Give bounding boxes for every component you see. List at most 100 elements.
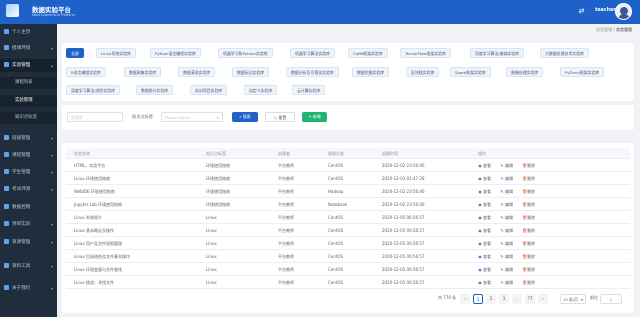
tag-item[interactable]: 机器学习算法实验库 [290,48,336,58]
view-button[interactable]: ◉查看 [478,185,491,198]
next-page-button[interactable]: › [538,294,548,304]
sidebar-item-about[interactable]: 关于我们 ▾ [0,282,57,295]
user-name[interactable]: teacher [595,8,616,13]
goto-page-input[interactable]: 1 [600,294,622,304]
tag-item[interactable]: 大数据处理技术实验库 [540,48,589,58]
delete-button[interactable]: 🗑删除 [522,276,535,289]
class-icon [4,134,9,140]
delete-button[interactable]: 🗑删除 [522,263,535,276]
avatar[interactable] [615,3,632,20]
edit-button[interactable]: ✎编辑 [500,224,513,237]
tag-item[interactable]: 数据采集实验库 [124,67,162,77]
delete-button[interactable]: 🗑删除 [522,224,535,237]
tag-item[interactable]: 深度学习算法/基础实验库 [470,48,525,58]
prev-page-button[interactable]: ‹ [460,294,470,304]
add-button[interactable]: + 新增 [302,112,327,122]
cell-name: Linux 用户及文件权限管理 [74,241,123,246]
tag-item[interactable]: 图像处理实验库 [506,67,544,77]
sidebar-item-resource-mgmt[interactable]: 资源管理 ▾ [0,236,57,249]
tag-item[interactable]: Linux系统实验库 [96,48,136,58]
edit-button[interactable]: ✎编辑 [500,263,513,276]
view-button[interactable]: ◉查看 [478,172,491,185]
page-size-select[interactable]: 10 条/页 ▾ [560,294,586,304]
tag-item[interactable]: R语言编程实验库 [66,67,106,77]
sidebar-item-student-mgmt[interactable]: 学生管理 ▾ [0,166,57,179]
edit-button[interactable]: ✎编辑 [500,276,513,289]
edit-button[interactable]: ✎编辑 [500,250,513,263]
delete-button[interactable]: 🗑删除 [522,185,535,198]
delete-button[interactable]: 🗑删除 [522,250,535,263]
sidebar-item-class-mgmt[interactable]: 班级管理 ▾ [0,132,57,145]
tag-item[interactable]: 深度学习算法/进阶实验库 [66,85,121,95]
tag-item[interactable]: 机器学习和Python实验库 [218,48,273,58]
delete-button[interactable]: 🗑删除 [522,198,535,211]
tag-item[interactable]: 数据清洗实验库 [178,67,216,77]
tag-item[interactable]: TensorFlow框架实验库 [400,48,451,58]
sidebar-item-experiment-mgmt[interactable]: 实验管理 ▴ [0,59,57,72]
view-button[interactable]: ◉查看 [478,198,491,211]
view-button[interactable]: ◉查看 [478,211,491,224]
tag-item[interactable]: 区块链实验库 [406,67,440,77]
tag-all[interactable]: 全部 [66,48,84,58]
sidebar-item-data-control[interactable]: 数据控制 [0,201,57,214]
page-button[interactable]: 3 [499,294,509,304]
search-button[interactable]: ⌕ 搜索 [232,112,258,122]
tag-item[interactable]: Caffe框架实验库 [348,48,388,58]
sidebar-item-home[interactable]: 个人主页 [0,26,57,39]
page-button[interactable]: 1 [473,294,483,304]
edit-button[interactable]: ✎编辑 [500,198,513,211]
breadcrumb-item[interactable]: 实验管理 [596,27,612,32]
reset-button[interactable]: ○ 重置 [265,112,295,122]
sidebar-item-label: 班级管理 [12,136,31,141]
tag-item[interactable]: 数据分析及可视化实验库 [286,67,339,77]
cell-name: Linux 环境使用指南 [74,176,111,181]
view-button[interactable]: ◉查看 [478,263,491,276]
tag-item[interactable]: 数据标注实验库 [232,67,270,77]
experiment-name-input[interactable]: 实验名 [67,112,123,122]
page-button[interactable]: 77 [525,294,535,304]
fullscreen-icon[interactable] [586,7,595,16]
edit-button[interactable]: ✎编辑 [500,159,513,172]
table-row: Linux 基本概念及操作 Linux 平台教师 CentOS 2020-12-05 0… [66,224,630,237]
delete-button[interactable]: 🗑删除 [522,172,535,185]
tag-item[interactable]: 实训项目实验库 [190,85,228,95]
tag-item[interactable]: 云计算实验库 [292,85,326,95]
edit-button[interactable]: ✎编辑 [500,185,513,198]
sidebar-item-course-mgmt[interactable]: 课程管理 ▾ [0,149,57,162]
delete-button[interactable]: 🗑删除 [522,237,535,250]
view-button[interactable]: ◉查看 [478,276,491,289]
view-button[interactable]: ◉查看 [478,224,491,237]
view-button[interactable]: ◉查看 [478,250,491,263]
tag-item[interactable]: 自定义实验库 [244,85,278,95]
tag-item[interactable]: 数据统计实验库 [136,85,174,95]
sidebar-sub-experiment-mgmt[interactable]: 实验管理 [0,95,57,107]
sidebar-item-project-training[interactable]: 项目实训 ▾ [0,218,57,231]
table-row: WebIDE 环境使用指南 环境使用指南 平台教师 Hadoop 2020-12-02 … [66,185,630,198]
page-button[interactable]: 2 [486,294,496,304]
share-icon[interactable]: ⇄ [577,7,586,16]
edit-button[interactable]: ✎编辑 [500,237,513,250]
delete-button[interactable]: 🗑删除 [522,159,535,172]
info-icon [4,284,9,290]
sidebar-item-tools[interactable]: 资料工具 ▾ [0,260,57,273]
tag-item[interactable]: Python语言编程实验库 [150,48,201,58]
edit-button[interactable]: ✎编辑 [500,211,513,224]
tag-item[interactable]: PyTorch框架实验库 [560,67,605,77]
delete-label: 删除 [527,228,535,233]
cell-tag: 环境使用指南 [206,163,230,168]
tag-item[interactable]: 数据挖掘实验库 [352,67,390,77]
cell-name: Linux 挑战：寻找文件 [74,280,115,285]
breadcrumb-current: 实验管理 [616,27,632,32]
sidebar-sub-course-list[interactable]: 课程列表 [0,77,57,89]
chevron-down-icon: ▾ [50,264,53,269]
sidebar-sub-knowledge-tags[interactable]: 知识点标签 [0,112,57,124]
sidebar-item-exam[interactable]: 考试评测 ▾ [0,183,57,196]
view-button[interactable]: ◉查看 [478,237,491,250]
tag-item[interactable]: Spark框架实验库 [450,67,491,77]
sidebar-item-teaching-env[interactable]: 授课环境 ▾ [0,42,57,55]
page-ellipsis[interactable]: ... [512,294,522,304]
edit-button[interactable]: ✎编辑 [500,172,513,185]
delete-button[interactable]: 🗑删除 [522,211,535,224]
knowledge-tag-select[interactable]: Please select ▾ [161,112,223,122]
view-button[interactable]: ◉查看 [478,159,491,172]
